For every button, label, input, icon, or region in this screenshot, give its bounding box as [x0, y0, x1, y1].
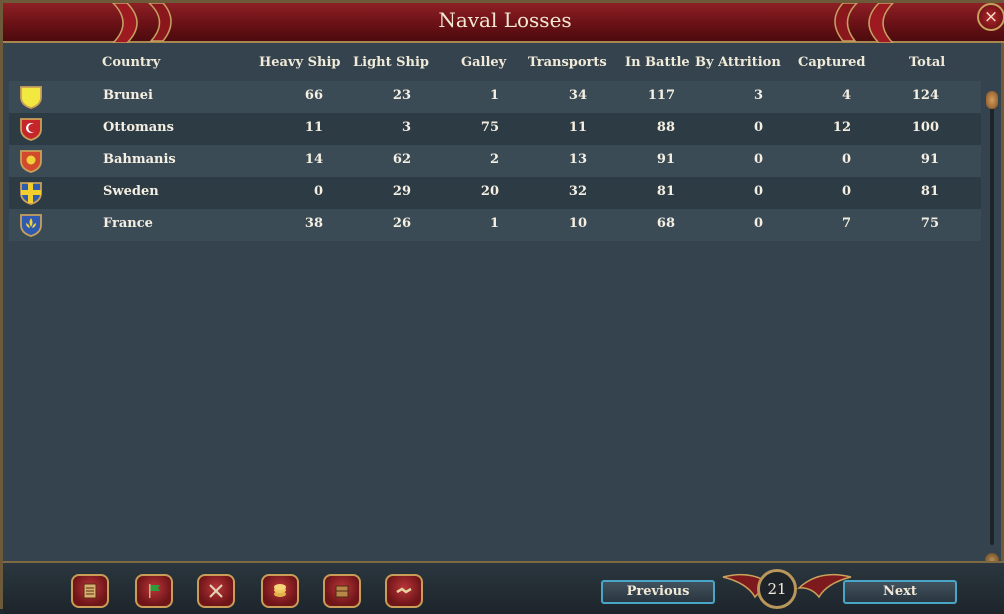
scroll-thumb[interactable]	[986, 91, 998, 109]
total-value: 75	[920, 216, 939, 231]
heavy-ship-value: 14	[304, 152, 323, 167]
header-country[interactable]: Country	[102, 55, 160, 70]
header-heavy-ship[interactable]: Heavy Ship	[259, 55, 340, 70]
crescent-flag-icon	[20, 118, 42, 141]
plain-yellow-flag-icon	[20, 86, 42, 109]
next-button[interactable]: Next	[843, 580, 957, 604]
header-transports[interactable]: Transports	[528, 55, 607, 70]
coins-icon	[274, 584, 286, 597]
fleur-de-lis-flag-icon	[20, 214, 42, 237]
crossed-swords-icon	[209, 584, 223, 598]
header-light-ship[interactable]: Light Ship	[353, 55, 429, 70]
by-attrition-value: 0	[753, 184, 763, 199]
previous-button[interactable]: Previous	[601, 580, 715, 604]
total-value: 100	[911, 120, 939, 135]
economy-button[interactable]	[261, 574, 299, 608]
header-in-battle[interactable]: In Battle	[625, 55, 690, 70]
galley-value: 20	[480, 184, 499, 199]
country-name: Bahmanis	[103, 152, 176, 167]
in-battle-value: 68	[656, 216, 675, 231]
in-battle-value: 81	[656, 184, 675, 199]
total-value: 81	[920, 184, 939, 199]
light-ship-value: 26	[392, 216, 411, 231]
country-name: Sweden	[103, 184, 159, 199]
transports-value: 34	[568, 88, 587, 103]
title-bar: Naval Losses ×	[3, 3, 1004, 43]
transports-value: 32	[568, 184, 587, 199]
header-total[interactable]: Total	[909, 55, 945, 70]
table-row[interactable]: Bahmanis 14 62 2 13 91 0 0 91	[9, 145, 981, 177]
transports-value: 11	[568, 120, 587, 135]
green-flag-icon	[149, 584, 160, 598]
table-row[interactable]: France 38 26 1 10 68 0 7 75	[9, 209, 981, 241]
light-ship-value: 23	[392, 88, 411, 103]
table-header: Country Heavy Ship Light Ship Galley Tra…	[9, 51, 1003, 79]
light-ship-value: 3	[401, 120, 411, 135]
light-ship-value: 29	[392, 184, 411, 199]
total-value: 91	[920, 152, 939, 167]
country-name: France	[103, 216, 153, 231]
captured-value: 0	[841, 184, 851, 199]
sun-flag-icon	[20, 150, 42, 173]
bottom-toolbar: Previous 21 Next	[3, 561, 1004, 614]
window-title: Naval Losses	[438, 8, 572, 32]
military-button[interactable]	[197, 574, 235, 608]
by-attrition-value: 3	[753, 88, 763, 103]
heavy-ship-value: 66	[304, 88, 323, 103]
galley-value: 75	[480, 120, 499, 135]
losses-table: Brunei 66 23 1 34 117 3 4 124 Ottomans 1…	[9, 81, 981, 561]
in-battle-value: 88	[656, 120, 675, 135]
by-attrition-value: 0	[753, 152, 763, 167]
header-by-attrition[interactable]: By Attrition	[695, 55, 781, 70]
light-ship-value: 62	[392, 152, 411, 167]
ledger-icon	[83, 583, 97, 599]
in-battle-value: 91	[656, 152, 675, 167]
country-name: Ottomans	[103, 120, 174, 135]
table-row[interactable]: Ottomans 11 3 75 11 88 0 12 100	[9, 113, 981, 145]
heavy-ship-value: 11	[304, 120, 323, 135]
crate-icon	[335, 585, 349, 598]
by-attrition-value: 0	[753, 120, 763, 135]
transports-value: 13	[568, 152, 587, 167]
close-button[interactable]: ×	[977, 3, 1004, 31]
heavy-ship-value: 0	[313, 184, 323, 199]
naval-losses-window: Naval Losses × Country Heavy Ship Light …	[0, 0, 1004, 614]
page-number: 21	[757, 569, 797, 609]
flag-button[interactable]	[135, 574, 173, 608]
captured-value: 4	[841, 88, 851, 103]
table-scrollbar[interactable]	[985, 87, 999, 567]
ledger-button[interactable]	[71, 574, 109, 608]
captured-value: 12	[832, 120, 851, 135]
captured-value: 0	[841, 152, 851, 167]
country-name: Brunei	[103, 88, 153, 103]
in-battle-value: 117	[647, 88, 675, 103]
header-galley[interactable]: Galley	[461, 55, 506, 70]
transports-value: 10	[568, 216, 587, 231]
heavy-ship-value: 38	[304, 216, 323, 231]
total-value: 124	[911, 88, 939, 103]
table-row[interactable]: Sweden 0 29 20 32 81 0 0 81	[9, 177, 981, 209]
handshake-icon	[396, 587, 412, 594]
galley-value: 1	[489, 216, 499, 231]
galley-value: 2	[489, 152, 499, 167]
header-captured[interactable]: Captured	[798, 55, 866, 70]
galley-value: 1	[489, 88, 499, 103]
scroll-track[interactable]	[990, 105, 994, 545]
table-row[interactable]: Brunei 66 23 1 34 117 3 4 124	[9, 81, 981, 113]
by-attrition-value: 0	[753, 216, 763, 231]
captured-value: 7	[841, 216, 851, 231]
trade-button[interactable]	[323, 574, 361, 608]
diplomacy-button[interactable]	[385, 574, 423, 608]
cross-flag-icon	[20, 182, 42, 205]
